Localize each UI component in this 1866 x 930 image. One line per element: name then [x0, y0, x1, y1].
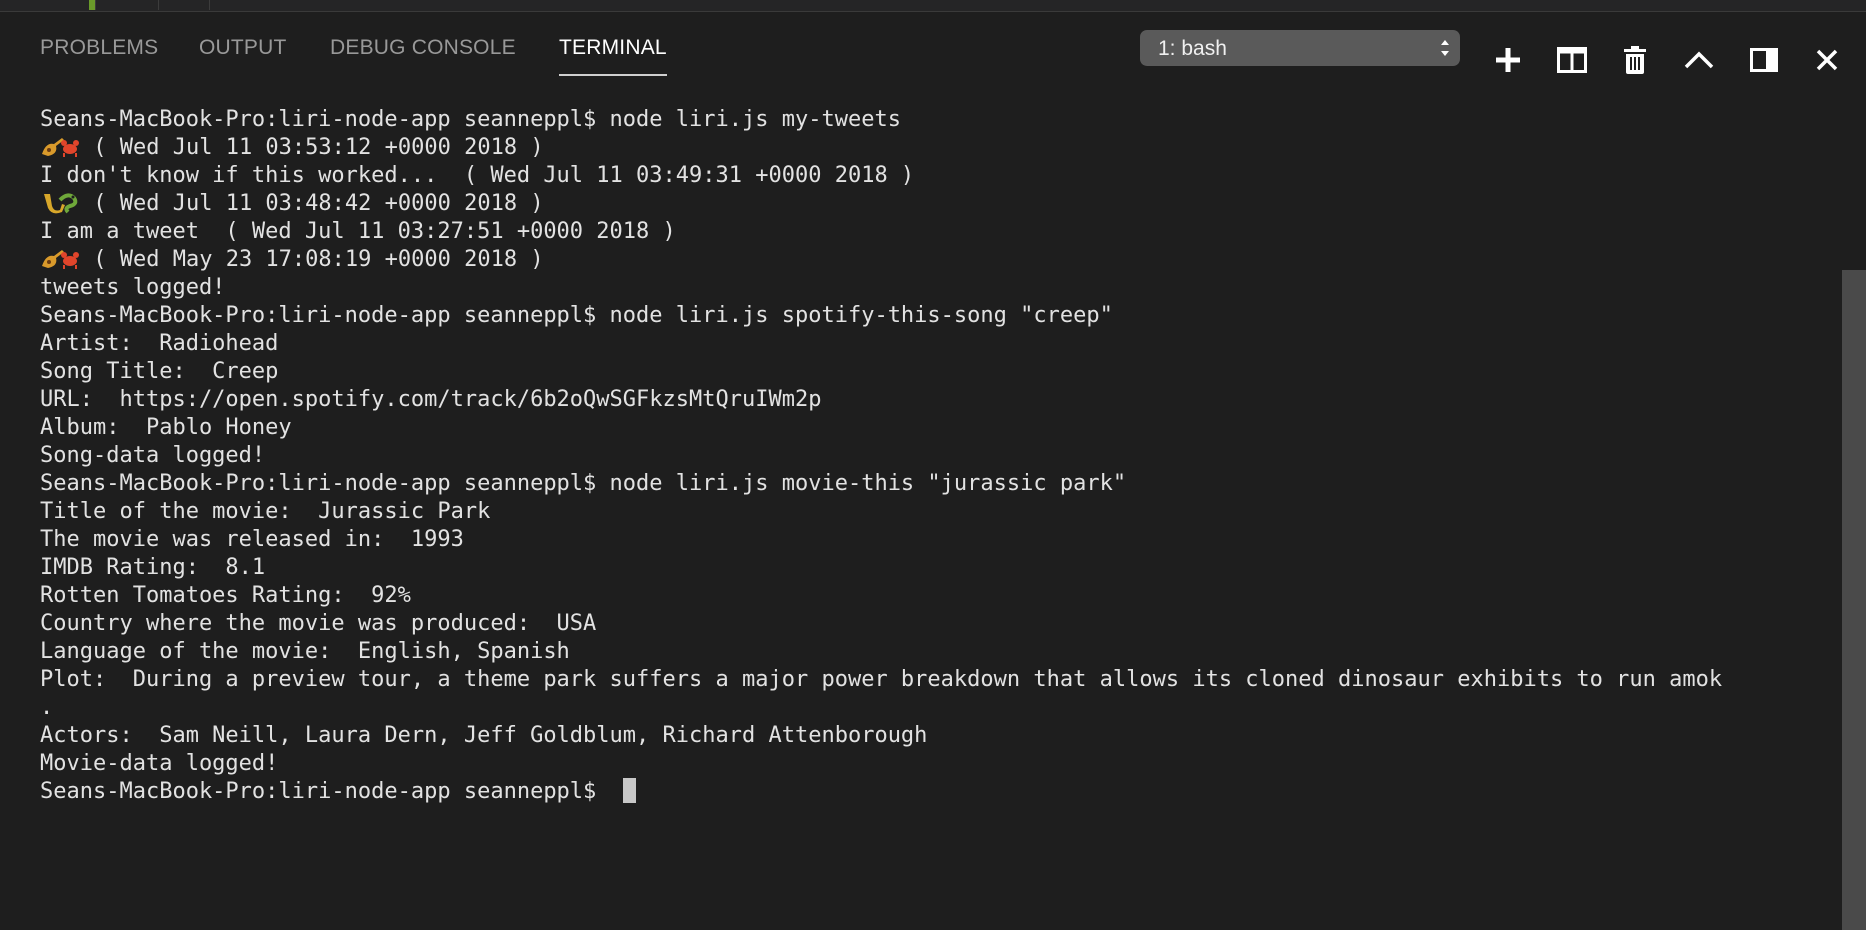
guitar-crab-emoji-icon	[40, 246, 80, 270]
terminal-line-text: Actors: Sam Neill, Laura Dern, Jeff Gold…	[40, 723, 928, 748]
terminal-line-text: Song-data logged!	[40, 443, 266, 468]
plus-icon	[1496, 48, 1520, 72]
terminal-line: Movie-data logged!	[40, 750, 1830, 778]
toggle-panel-button[interactable]	[1747, 43, 1781, 77]
scrollbar-thumb[interactable]	[1842, 270, 1866, 930]
terminal-line-text: I don't know if this worked... ( Wed Jul…	[40, 163, 915, 188]
chevron-up-icon	[1684, 51, 1714, 69]
saxophone-snake-emoji-icon	[40, 190, 80, 214]
terminal-line-text: I am a tweet ( Wed Jul 11 03:27:51 +0000…	[40, 219, 676, 244]
terminal-line: Seans-MacBook-Pro:liri-node-app seannepp…	[40, 470, 1830, 498]
close-panel-button[interactable]	[1810, 43, 1844, 77]
terminal-line: URL: https://open.spotify.com/track/6b2o…	[40, 386, 1830, 414]
terminal-line-text: .	[40, 695, 54, 720]
terminal-line-text: The movie was released in: 1993	[40, 527, 464, 552]
terminal-line: ( Wed Jul 11 03:48:42 +0000 2018 )	[40, 190, 1830, 218]
guitar-crab-emoji-icon	[40, 134, 80, 158]
terminal-line: Language of the movie: English, Spanish	[40, 638, 1830, 666]
terminal-line: Seans-MacBook-Pro:liri-node-app seannepp…	[40, 106, 1830, 134]
vscode-panel: PROBLEMS OUTPUT DEBUG CONSOLE TERMINAL 1…	[0, 0, 1866, 930]
terminal-line: Seans-MacBook-Pro:liri-node-app seannepp…	[40, 302, 1830, 330]
close-icon	[1816, 49, 1838, 71]
terminal-cursor	[622, 778, 636, 803]
split-terminal-button[interactable]	[1555, 43, 1589, 77]
terminal-line: IMDB Rating: 8.1	[40, 554, 1830, 582]
terminal-line: ( Wed Jul 11 03:53:12 +0000 2018 )	[40, 134, 1830, 162]
terminal-line-text: Artist: Radiohead	[40, 331, 279, 356]
terminal-line: Rotten Tomatoes Rating: 92%	[40, 582, 1830, 610]
terminal-line-text: Language of the movie: English, Spanish	[40, 639, 570, 664]
split-icon	[1557, 47, 1587, 73]
terminal-line-text: Plot: During a preview tour, a theme par…	[40, 667, 1723, 692]
terminal-line: Actors: Sam Neill, Laura Dern, Jeff Gold…	[40, 722, 1830, 750]
terminal-line: Song-data logged!	[40, 442, 1830, 470]
terminal-line-text: Rotten Tomatoes Rating: 92%	[40, 583, 411, 608]
toggle-panel-icon	[1750, 48, 1778, 72]
terminal-line: I don't know if this worked... ( Wed Jul…	[40, 162, 1830, 190]
terminal-line: Seans-MacBook-Pro:liri-node-app seannepp…	[40, 778, 1830, 806]
tab-output[interactable]: OUTPUT	[199, 36, 287, 60]
terminal-line-text: Country where the movie was produced: US…	[40, 611, 597, 636]
terminal-line: Song Title: Creep	[40, 358, 1830, 386]
terminal-line: tweets logged!	[40, 274, 1830, 302]
terminal-line: The movie was released in: 1993	[40, 526, 1830, 554]
editor-tab-strip	[0, 0, 1866, 12]
terminal-line-text: IMDB Rating: 8.1	[40, 555, 266, 580]
terminal-output[interactable]: Seans-MacBook-Pro:liri-node-app seannepp…	[40, 106, 1830, 916]
terminal-line-text: URL: https://open.spotify.com/track/6b2o…	[40, 387, 822, 412]
terminal-select[interactable]: 1: bash	[1140, 30, 1460, 66]
maximize-panel-button[interactable]	[1682, 43, 1716, 77]
terminal-line-text: ( Wed Jul 11 03:48:42 +0000 2018 )	[80, 191, 544, 216]
terminal-line-text: ( Wed Jul 11 03:53:12 +0000 2018 )	[80, 135, 544, 160]
terminal-line-text: Song Title: Creep	[40, 359, 279, 384]
terminal-line-text: Seans-MacBook-Pro:liri-node-app seannepp…	[40, 107, 901, 132]
terminal-line-text: Seans-MacBook-Pro:liri-node-app seannepp…	[40, 303, 1113, 328]
terminal-line: I am a tweet ( Wed Jul 11 03:27:51 +0000…	[40, 218, 1830, 246]
terminal-line: Plot: During a preview tour, a theme par…	[40, 666, 1830, 694]
tab-problems[interactable]: PROBLEMS	[40, 36, 158, 60]
terminal-line: .	[40, 694, 1830, 722]
editor-tab[interactable]	[96, 0, 159, 10]
terminal-line-text: Album: Pablo Honey	[40, 415, 292, 440]
terminal-line: Album: Pablo Honey	[40, 414, 1830, 442]
kill-terminal-button[interactable]	[1618, 43, 1652, 77]
terminal-line-text: Seans-MacBook-Pro:liri-node-app seannepp…	[40, 471, 1127, 496]
terminal-line-text: Seans-MacBook-Pro:liri-node-app seannepp…	[40, 779, 610, 804]
tab-terminal[interactable]: TERMINAL	[559, 36, 667, 76]
editor-tab-active[interactable]	[0, 0, 96, 10]
terminal-line: ( Wed May 23 17:08:19 +0000 2018 )	[40, 246, 1830, 274]
select-arrows-icon	[1441, 40, 1449, 56]
terminal-line: Title of the movie: Jurassic Park	[40, 498, 1830, 526]
terminal-line: Artist: Radiohead	[40, 330, 1830, 358]
editor-tab[interactable]	[159, 0, 210, 10]
trash-icon	[1624, 46, 1646, 74]
terminal-select-value: 1: bash	[1158, 37, 1227, 60]
terminal-line-text: Movie-data logged!	[40, 751, 279, 776]
terminal-line: Country where the movie was produced: US…	[40, 610, 1830, 638]
tab-debug-console[interactable]: DEBUG CONSOLE	[330, 36, 516, 60]
panel-header: PROBLEMS OUTPUT DEBUG CONSOLE TERMINAL 1…	[0, 12, 1866, 84]
terminal-line-text: ( Wed May 23 17:08:19 +0000 2018 )	[80, 247, 544, 272]
terminal-line-text: Title of the movie: Jurassic Park	[40, 499, 491, 524]
terminal-line-text: tweets logged!	[40, 275, 226, 300]
new-terminal-button[interactable]	[1491, 43, 1525, 77]
